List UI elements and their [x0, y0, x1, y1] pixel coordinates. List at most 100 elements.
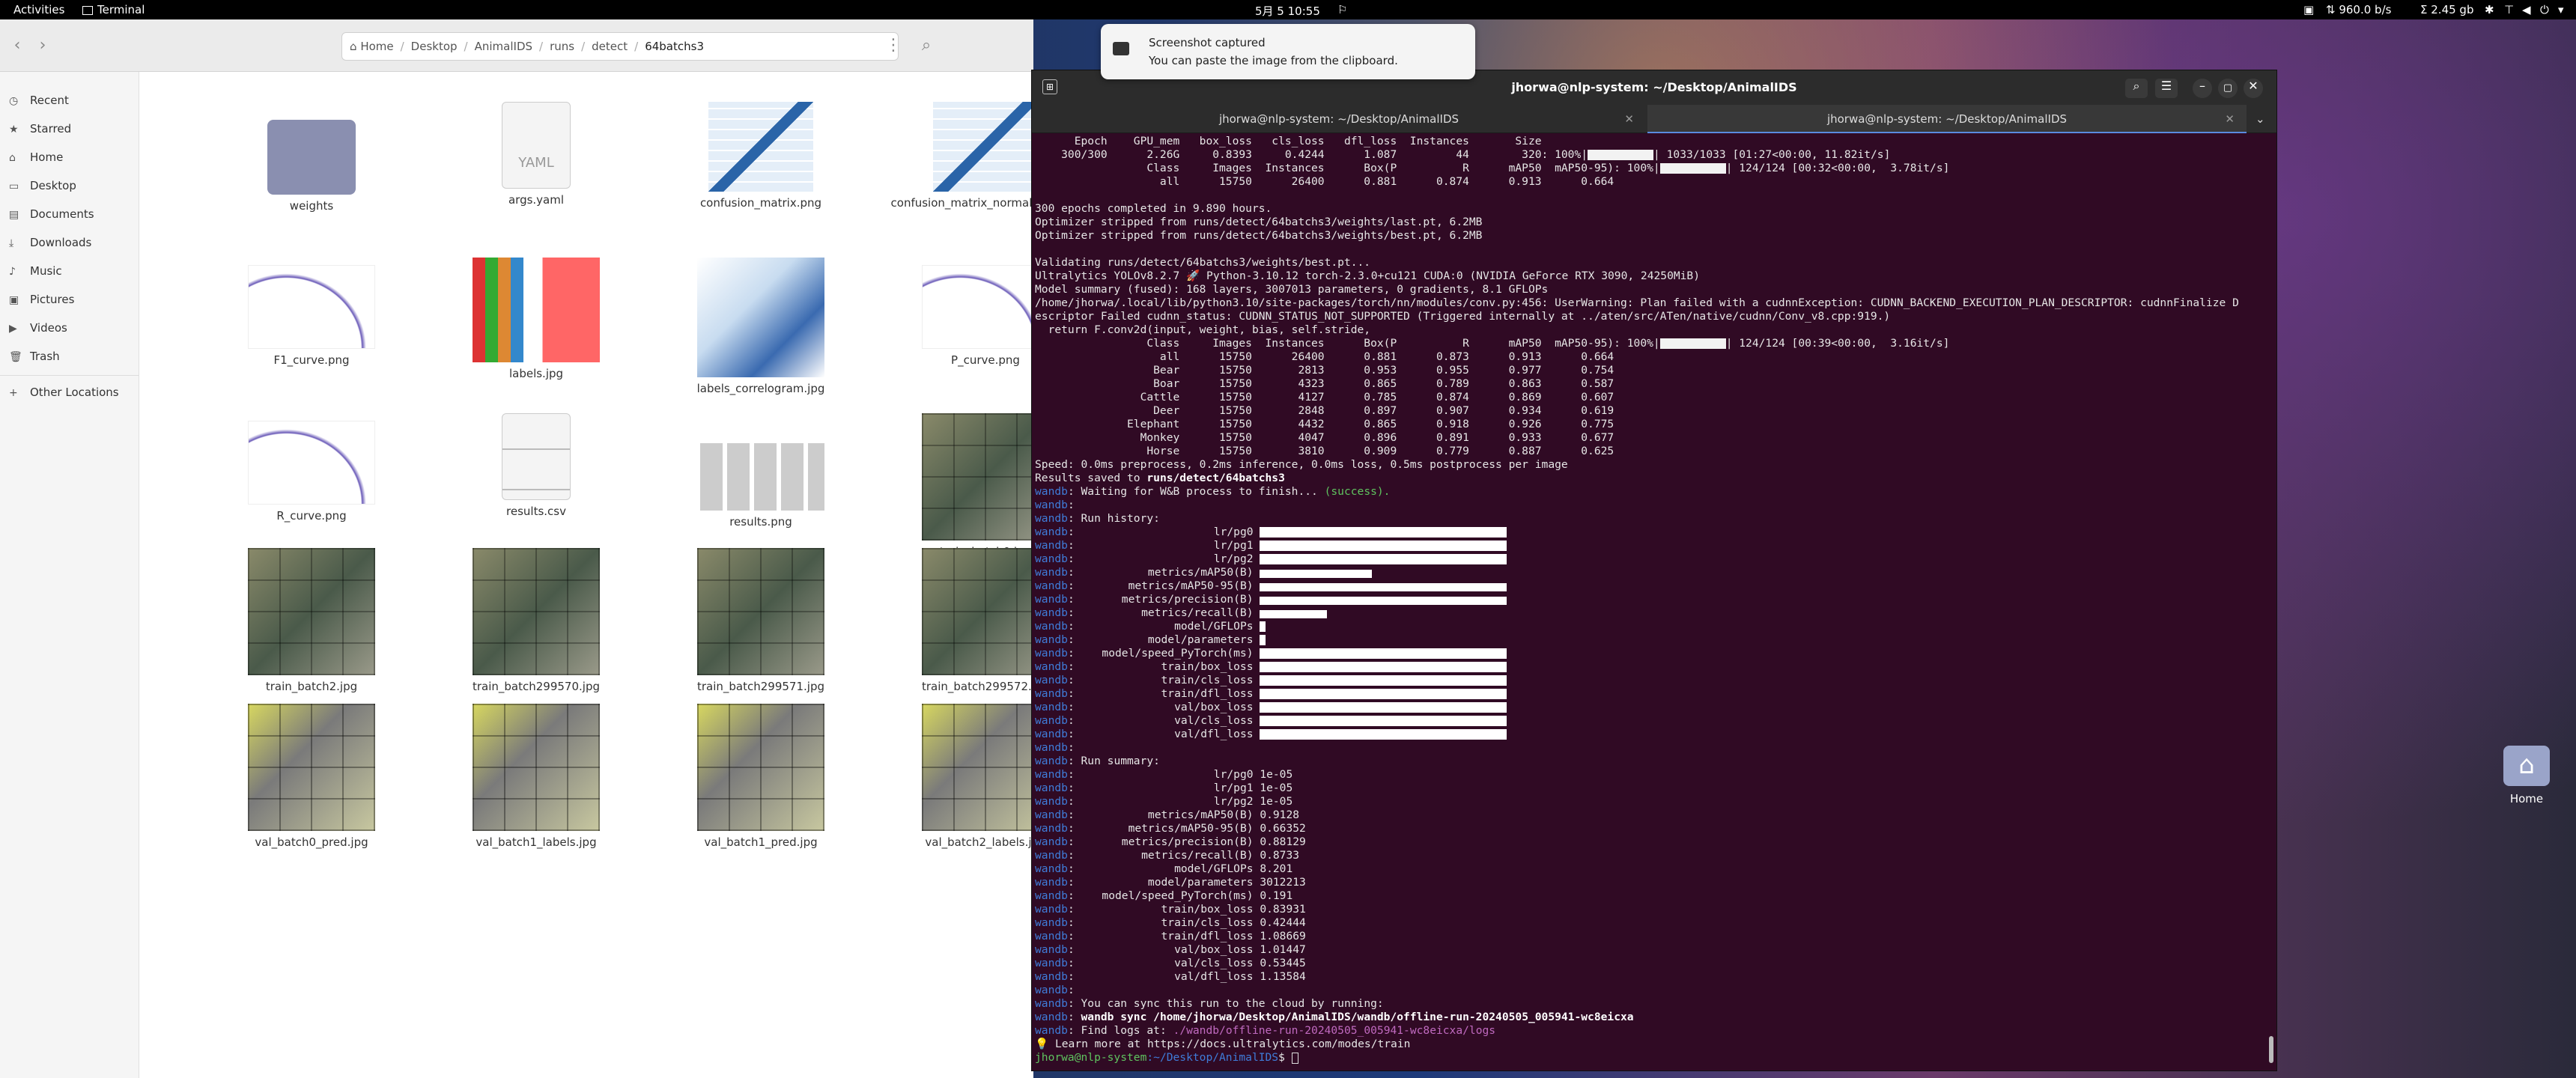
path-detect[interactable]: detect	[592, 40, 628, 53]
path-current[interactable]: 64batchs3	[645, 40, 704, 53]
minimize-icon[interactable]: –	[2193, 79, 2212, 98]
wandb-tag: wandb	[1035, 485, 1068, 498]
history-sparkline	[1259, 662, 1507, 672]
file-item[interactable]: weights	[214, 102, 409, 213]
history-row: wandb: model/GFLOPs	[1035, 620, 2273, 633]
clipboard-icon[interactable]: ▣	[2303, 3, 2314, 16]
hamburger-menu-icon[interactable]: ☰	[2155, 79, 2178, 98]
volume-icon[interactable]: ◀	[2522, 3, 2531, 16]
file-item[interactable]: labels.jpg	[439, 258, 634, 380]
wandb-tag: wandb	[1035, 930, 1068, 943]
file-item[interactable]: train_batch2.jpg	[214, 548, 409, 693]
sidebar-item-documents[interactable]: ▤ Documents	[0, 201, 139, 228]
desktop-home-shortcut[interactable]: Home	[2491, 746, 2563, 806]
history-row: wandb: val/box_loss	[1035, 701, 2273, 714]
settings-icon[interactable]: ✱	[2485, 3, 2494, 16]
colon: :	[1067, 984, 1075, 996]
history-row: wandb: metrics/mAP50(B)	[1035, 566, 2273, 579]
colon: :	[1067, 835, 1081, 848]
search-icon[interactable]: ⌕	[2125, 79, 2148, 98]
document-icon: ▤	[9, 209, 19, 221]
summary-value: 0.88129	[1260, 835, 1306, 848]
terminal-app-menu[interactable]: Terminal	[82, 3, 145, 16]
sidebar-item-downloads[interactable]: ⤓ Downloads	[0, 229, 139, 256]
tab-close-icon[interactable]: ✕	[2225, 112, 2235, 126]
class-metric-row: Monkey 15750 4047 0.896 0.891 0.933 0.67…	[1035, 431, 2273, 445]
sidebar-item-pictures[interactable]: ▣ Pictures	[0, 286, 139, 313]
tab-close-icon[interactable]: ✕	[1624, 112, 1634, 126]
clock[interactable]: 5月 5 10:55	[1255, 3, 1320, 19]
wandb-tag: wandb	[1035, 660, 1068, 673]
file-item[interactable]: train_batch299571.jpg	[663, 548, 858, 693]
file-item[interactable]: results.png	[663, 413, 858, 529]
network-icon[interactable]: ⊤	[2504, 3, 2514, 16]
wandb-tag: wandb	[1035, 957, 1068, 969]
path-animalids[interactable]: AnimalIDS	[475, 40, 532, 53]
forward-button[interactable]: ›	[30, 34, 55, 59]
learn-more-text: 💡 Learn more at https://docs.ultralytics…	[1035, 1038, 1411, 1050]
log-text: escriptor Failed cudnn_status: CUDNN_STA…	[1035, 310, 1891, 323]
terminal-scrollbar[interactable]	[2269, 1036, 2273, 1063]
activities-button[interactable]: Activities	[13, 3, 64, 16]
back-button[interactable]: ‹	[4, 34, 30, 59]
file-item[interactable]: R_curve.png	[214, 413, 409, 523]
file-item[interactable]: YAML args.yaml	[439, 102, 634, 207]
file-item[interactable]: confusion_matrix.png	[663, 102, 858, 210]
file-item[interactable]: F1_curve.png	[214, 258, 409, 367]
sidebar-item-home[interactable]: ⌂ Home	[0, 144, 139, 171]
wandb-blank: wandb:	[1035, 741, 2273, 755]
confusion-matrix-thumbnail	[933, 102, 1038, 192]
close-icon[interactable]: ✕	[2244, 79, 2263, 98]
file-item[interactable]: labels_correlogram.jpg	[663, 258, 858, 395]
search-icon[interactable]: ⌕	[914, 34, 939, 59]
maximize-icon[interactable]: ▢	[2218, 79, 2238, 98]
tab-overflow-chevron-icon[interactable]: ⌄	[2255, 112, 2265, 126]
file-item[interactable]: train_batch299570.jpg	[439, 548, 634, 693]
file-item[interactable]: val_batch0_pred.jpg	[214, 704, 409, 849]
sidebar-item-music[interactable]: ♪ Music	[0, 258, 139, 284]
terminal-tab-bar: jhorwa@nlp-system: ~/Desktop/AnimalIDS ✕ …	[1032, 105, 2276, 133]
wandb-tag: wandb	[1035, 1011, 1068, 1023]
history-row: wandb: model/speed_PyTorch(ms)	[1035, 647, 2273, 660]
time-label: 10:55	[1287, 4, 1320, 18]
file-name: val_batch1_pred.jpg	[704, 835, 818, 849]
val2-header: Class Images Instances Box(P R mAP50 mAP…	[1035, 337, 2273, 350]
file-item[interactable]: val_batch1_labels.jpg	[439, 704, 634, 849]
sidebar-item-recent[interactable]: ◷ Recent	[0, 87, 139, 114]
sidebar-item-videos[interactable]: ▶ Videos	[0, 314, 139, 341]
terminal-output[interactable]: Epoch GPU_mem box_loss cls_loss dfl_loss…	[1035, 135, 2273, 1066]
sidebar-item-label: Other Locations	[30, 386, 119, 399]
wandb-tag: wandb	[1035, 593, 1068, 606]
log-text: Ultralytics YOLOv8.2.7 🚀 Python-3.10.12 …	[1035, 270, 1701, 282]
path-desktop[interactable]: Desktop	[411, 40, 458, 53]
power-icon[interactable]: ⏻	[2540, 3, 2549, 16]
path-home[interactable]: Home	[360, 40, 393, 53]
history-key: metrics/recall(B)	[1141, 606, 1254, 619]
sidebar-item-starred[interactable]: ★ Starred	[0, 115, 139, 142]
prompt-user: jhorwa@nlp-system	[1035, 1051, 1147, 1064]
history-sparkline	[1259, 648, 1507, 659]
path-menu-icon[interactable]: ⋮	[881, 34, 906, 59]
sidebar-item-trash[interactable]: 🗑 Trash	[0, 343, 139, 370]
file-item[interactable]: results.csv	[439, 413, 634, 518]
terminal-cursor	[1291, 1052, 1298, 1064]
screenshot-notification[interactable]: Screenshot captured You can paste the im…	[1101, 24, 1475, 79]
wandb-tag: wandb	[1035, 499, 1068, 511]
terminal-tab-2[interactable]: jhorwa@nlp-system: ~/Desktop/AnimalIDS ✕	[1647, 105, 2247, 133]
terminal-tab-1[interactable]: jhorwa@nlp-system: ~/Desktop/AnimalIDS ✕	[1032, 105, 1646, 133]
colon: :	[1067, 687, 1081, 700]
file-name: args.yaml	[508, 193, 565, 207]
path-runs[interactable]: runs	[550, 40, 574, 53]
sidebar-item-desktop[interactable]: ▭ Desktop	[0, 172, 139, 199]
system-menu-icon[interactable]: ▾	[2558, 3, 2564, 16]
path-bar[interactable]: ⌂ Home / Desktop / AnimalIDS / runs / detect / 64b…	[341, 32, 899, 61]
summary-value: 0.191	[1260, 889, 1293, 902]
sidebar-item-other-locations[interactable]: + Other Locations	[0, 379, 139, 406]
notification-bell-icon[interactable]: ⚐	[1337, 3, 1347, 16]
file-item[interactable]: val_batch1_pred.jpg	[663, 704, 858, 849]
colon: :	[1067, 943, 1081, 956]
